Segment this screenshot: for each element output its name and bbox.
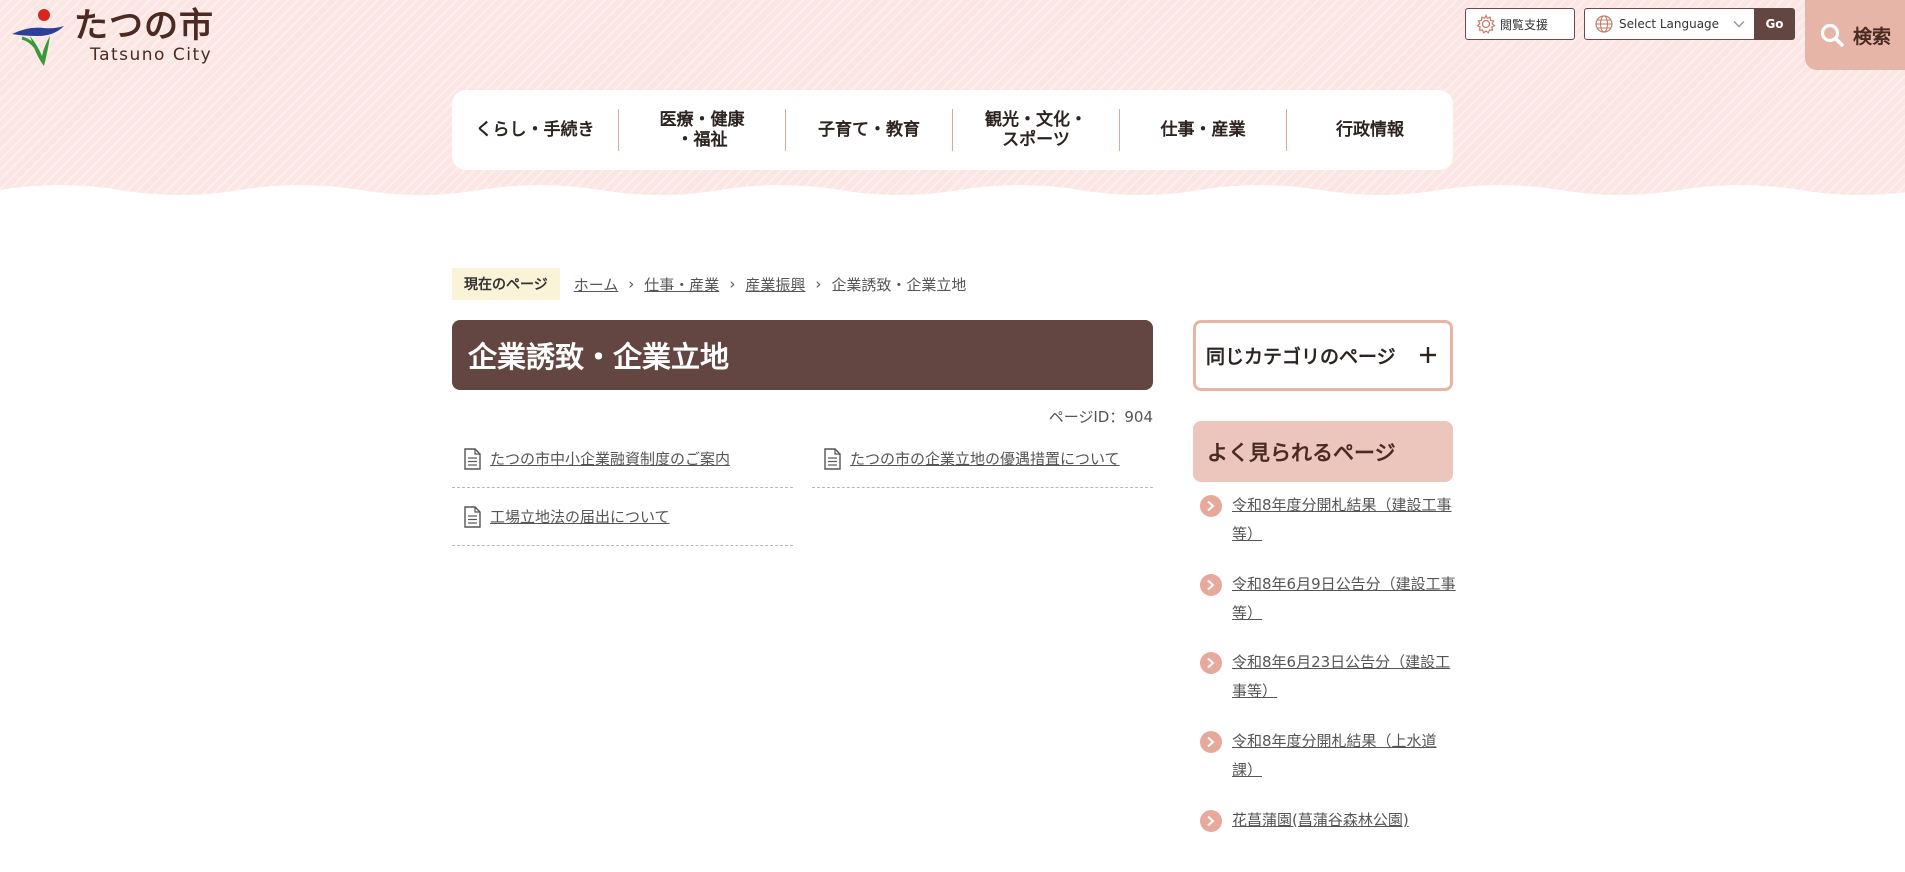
- list-item: 令和8年度分開札結果（建設工事等）: [1200, 491, 1456, 549]
- search-icon: [1820, 23, 1844, 47]
- city-emblem-icon: [12, 9, 64, 66]
- accessibility-label: 閲覧支援: [1500, 17, 1549, 32]
- breadcrumb-home-link[interactable]: ホーム: [574, 274, 619, 295]
- breadcrumb-separator: ›: [628, 275, 635, 293]
- chevron-right-icon: [1200, 495, 1222, 517]
- language-go-button[interactable]: Go: [1754, 8, 1795, 40]
- popular-link[interactable]: 令和8年度分開札結果（上水道課）: [1232, 727, 1456, 785]
- same-category-label: 同じカテゴリのページ: [1206, 346, 1396, 368]
- gear-icon: [1476, 14, 1496, 34]
- nav-item-government[interactable]: 行政情報: [1287, 109, 1453, 151]
- chevron-right-icon: [1200, 810, 1222, 832]
- chevron-right-icon: [1200, 574, 1222, 596]
- accessibility-button[interactable]: 閲覧支援: [1465, 8, 1575, 40]
- nav-item-business[interactable]: 仕事・産業: [1120, 109, 1287, 151]
- logo-subtext: Tatsuno City: [90, 45, 213, 65]
- link-factory-law[interactable]: 工場立地法の届出について: [490, 506, 670, 527]
- plus-icon: [1420, 347, 1436, 363]
- breadcrumb-current: 企業誘致・企業立地: [831, 275, 967, 294]
- popular-link[interactable]: 令和8年6月9日公告分（建設工事等）: [1232, 570, 1456, 628]
- nav-item-health[interactable]: 医療・健康 ・福祉: [619, 109, 786, 151]
- page-id: ページID：904: [1048, 408, 1153, 426]
- nav-item-tourism[interactable]: 観光・文化・ スポーツ: [953, 109, 1120, 151]
- language-select-value: Select Language: [1619, 17, 1720, 31]
- popular-pages-title: よく見られるページ: [1193, 421, 1453, 482]
- same-category-toggle[interactable]: 同じカテゴリのページ: [1193, 320, 1453, 391]
- site-logo[interactable]: たつの市 Tatsuno City: [8, 6, 214, 70]
- popular-link[interactable]: 令和8年度分開札結果（建設工事等）: [1232, 491, 1456, 549]
- language-select[interactable]: Select Language: [1584, 8, 1756, 40]
- header-wave: [0, 185, 1905, 220]
- list-item: 令和8年度分開札結果（上水道課）: [1200, 727, 1456, 785]
- search-button[interactable]: 検索: [1805, 0, 1905, 70]
- list-item: たつの市の企業立地の優遇措置について: [812, 430, 1153, 488]
- chevron-down-icon: [1733, 20, 1745, 28]
- link-loan-system[interactable]: たつの市中小企業融資制度のご案内: [490, 448, 730, 469]
- breadcrumb: 現在のページ ホーム › 仕事・産業 › 産業振興 › 企業誘致・企業立地: [452, 268, 966, 300]
- breadcrumb-business-link[interactable]: 仕事・産業: [644, 274, 719, 295]
- breadcrumb-separator: ›: [729, 275, 736, 293]
- nav-item-education[interactable]: 子育て・教育: [786, 109, 953, 151]
- list-item: 令和8年6月23日公告分（建設工事等）: [1200, 648, 1456, 706]
- chevron-right-icon: [1200, 731, 1222, 753]
- global-nav: くらし・手続き 医療・健康 ・福祉 子育て・教育 観光・文化・ スポーツ 仕事・…: [452, 90, 1453, 170]
- nav-item-living[interactable]: くらし・手続き: [452, 109, 619, 151]
- popular-link[interactable]: 花菖蒲園(菖蒲谷森林公園): [1232, 806, 1409, 835]
- document-icon: [464, 505, 481, 528]
- document-icon: [464, 447, 481, 470]
- breadcrumb-separator: ›: [815, 275, 822, 293]
- list-item: たつの市中小企業融資制度のご案内: [452, 430, 793, 488]
- search-label: 検索: [1852, 25, 1891, 48]
- document-icon: [824, 447, 841, 470]
- list-item: 花菖蒲園(菖蒲谷森林公園): [1200, 806, 1456, 835]
- chevron-right-icon: [1200, 652, 1222, 674]
- link-location-incentives[interactable]: たつの市の企業立地の優遇措置について: [850, 448, 1120, 469]
- list-item: 工場立地法の届出について: [452, 488, 793, 546]
- logo-text: たつの市: [74, 6, 214, 46]
- popular-link[interactable]: 令和8年6月23日公告分（建設工事等）: [1232, 648, 1456, 706]
- breadcrumb-label: 現在のページ: [452, 268, 560, 300]
- list-item: 令和8年6月9日公告分（建設工事等）: [1200, 570, 1456, 628]
- breadcrumb-industry-link[interactable]: 産業振興: [745, 274, 805, 295]
- page-title: 企業誘致・企業立地: [452, 320, 1153, 390]
- globe-icon: [1595, 15, 1613, 33]
